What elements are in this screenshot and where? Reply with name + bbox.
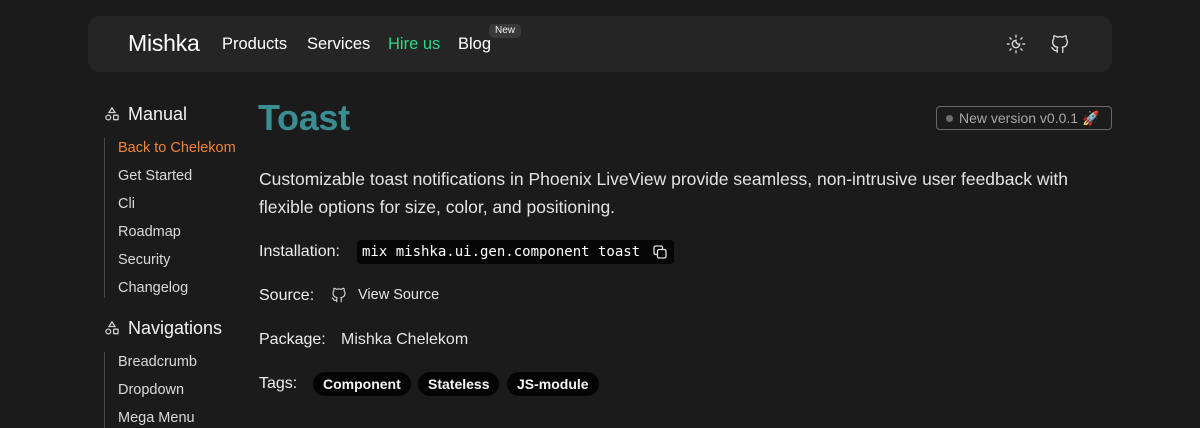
nav-link-services[interactable]: Services	[307, 35, 370, 54]
sidebar-rail	[104, 138, 105, 298]
sidebar-section-manual: Manual	[104, 102, 187, 126]
status-dot	[946, 114, 953, 122]
github-icon[interactable]	[1049, 33, 1071, 55]
version-badge[interactable]: New version v0.0.1 🚀	[936, 106, 1112, 130]
sidebar-section-title: Navigations	[128, 317, 223, 338]
view-source-text: View Source	[358, 287, 440, 303]
sidebar-item-dropdown[interactable]: Dropdown	[118, 382, 184, 398]
install-command-text: mix mishka.ui.gen.component toast	[362, 244, 641, 260]
top-navbar: Mishka Products Services Hire us Blog Ne…	[88, 16, 1112, 72]
nav-link-hire-us[interactable]: Hire us	[388, 35, 440, 54]
shapes-icon	[105, 320, 119, 335]
brand-logo[interactable]: Mishka	[128, 30, 200, 57]
tag-component[interactable]: Component	[313, 372, 411, 396]
sidebar-item-get-started[interactable]: Get Started	[118, 168, 192, 184]
sidebar-item-cli[interactable]: Cli	[118, 196, 135, 212]
sidebar-item-changelog[interactable]: Changelog	[118, 280, 188, 296]
sidebar-section-title: Manual	[128, 103, 188, 124]
installation-label: Installation:	[259, 243, 340, 260]
sidebar-item-security[interactable]: Security	[118, 252, 170, 268]
sidebar-rail	[104, 352, 105, 428]
view-source-link[interactable]: View Source	[330, 284, 439, 306]
sidebar-section-navigations: Navigations	[104, 316, 222, 340]
page-title: Toast	[258, 97, 350, 138]
sidebar-item-breadcrumb[interactable]: Breadcrumb	[118, 354, 197, 370]
tag-stateless[interactable]: Stateless	[418, 372, 500, 396]
theme-toggle-icon[interactable]	[1005, 33, 1027, 55]
copy-icon[interactable]	[652, 244, 668, 260]
sidebar-item-mega-menu[interactable]: Mega Menu	[118, 410, 195, 426]
sidebar-item-roadmap[interactable]: Roadmap	[118, 224, 181, 240]
tags-label: Tags:	[259, 375, 298, 392]
sidebar-item-back-to-chelekom[interactable]: Back to Chelekom	[118, 140, 236, 156]
blog-new-badge: New	[489, 24, 522, 38]
install-command[interactable]: mix mishka.ui.gen.component toast	[357, 240, 674, 264]
package-value: Mishka Chelekom	[341, 331, 469, 348]
source-label: Source:	[259, 287, 315, 304]
tag-js-module[interactable]: JS-module	[507, 372, 599, 396]
page-description: Customizable toast notifications in Phoe…	[259, 169, 1068, 217]
nav-link-products[interactable]: Products	[222, 35, 287, 54]
github-icon	[331, 287, 346, 303]
version-label: New version v0.0.1 🚀	[959, 109, 1100, 126]
nav-link-blog[interactable]: Blog	[458, 35, 491, 54]
package-label: Package:	[259, 331, 326, 348]
shapes-icon	[105, 106, 119, 121]
